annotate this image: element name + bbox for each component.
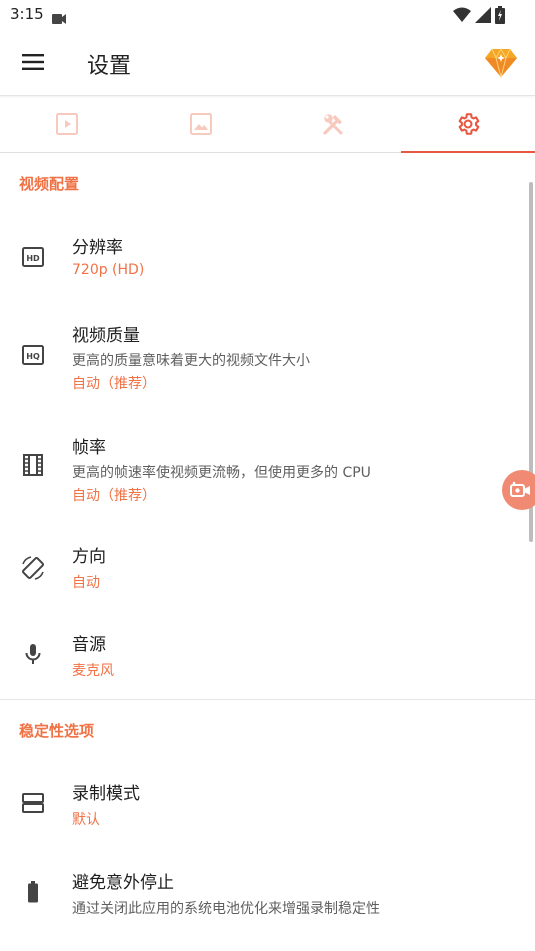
premium-diamond-icon[interactable]	[484, 45, 518, 79]
setting-title: 帧率	[72, 438, 106, 458]
status-icons	[453, 6, 505, 24]
image-tab-icon	[189, 113, 212, 135]
setting-description: 更高的质量意味着更大的视频文件大小	[72, 353, 310, 369]
tools-tab-icon	[323, 114, 343, 135]
high-quality-icon: HQ	[21, 343, 45, 367]
section-header-video: 视频配置	[19, 175, 80, 193]
signal-icon	[475, 7, 491, 23]
settings-tab-icon	[458, 113, 480, 135]
menu-icon[interactable]	[22, 50, 46, 74]
setting-value: 720p (HD)	[72, 262, 145, 278]
hd-icon: HD	[21, 245, 45, 269]
page-title: 设置	[87, 54, 132, 79]
setting-orientation[interactable]: 方向 自动	[0, 538, 535, 598]
tab-settings[interactable]	[401, 96, 535, 153]
setting-title: 录制模式	[72, 784, 140, 804]
setting-description: 更高的帧速率使视频更流畅，但使用更多的 CPU	[72, 465, 371, 481]
setting-value: 自动	[72, 575, 100, 591]
video-tab-icon	[55, 113, 78, 135]
setting-avoid-stop[interactable]: 避免意外停止 通过关闭此应用的系统电池优化来增强录制稳定性	[0, 864, 535, 924]
screen-rotation-icon	[19, 554, 47, 582]
svg-text:HD: HD	[26, 254, 40, 263]
view-agenda-icon	[21, 791, 45, 815]
tab-video[interactable]	[0, 96, 134, 152]
setting-title: 避免意外停止	[72, 873, 174, 893]
microphone-icon	[21, 642, 45, 666]
video-camera-status-icon	[52, 9, 66, 28]
record-camera-icon	[510, 481, 530, 497]
wifi-icon	[453, 7, 471, 22]
section-divider	[0, 699, 535, 700]
film-strip-icon	[21, 453, 45, 477]
setting-value: 自动（推荐）	[72, 376, 156, 392]
setting-value: 自动（推荐）	[72, 488, 156, 504]
setting-audio-source[interactable]: 音源 麦克风	[0, 626, 535, 686]
battery-setting-icon	[21, 880, 45, 904]
tab-tools[interactable]	[268, 96, 402, 152]
svg-text:HQ: HQ	[26, 352, 40, 361]
setting-title: 视频质量	[72, 326, 140, 346]
setting-value: 麦克风	[72, 663, 114, 679]
setting-record-mode[interactable]: 录制模式 默认	[0, 775, 535, 835]
section-header-stability: 稳定性选项	[19, 722, 95, 740]
status-time: 3:15	[10, 5, 44, 23]
setting-resolution[interactable]: HD 分辨率 720p (HD)	[0, 223, 535, 293]
setting-description: 通过关闭此应用的系统电池优化来增强录制稳定性	[72, 901, 380, 917]
setting-title: 音源	[72, 635, 106, 655]
setting-frame-rate[interactable]: 帧率 更高的帧速率使视频更流畅，但使用更多的 CPU 自动（推荐）	[0, 425, 535, 505]
floating-record-button[interactable]	[502, 470, 535, 510]
tab-image[interactable]	[134, 96, 268, 152]
app-bar: 设置	[0, 30, 535, 96]
setting-value: 默认	[72, 812, 100, 828]
setting-video-quality[interactable]: HQ 视频质量 更高的质量意味着更大的视频文件大小 自动（推荐）	[0, 313, 535, 393]
setting-title: 分辨率	[72, 238, 123, 258]
status-bar: 3:15	[0, 0, 535, 30]
battery-icon	[495, 6, 505, 24]
setting-title: 方向	[72, 547, 106, 567]
settings-list: 视频配置 HD 分辨率 720p (HD) HQ 视频质量 更高的质量意味着更大…	[0, 153, 535, 951]
tab-bar	[0, 96, 535, 153]
